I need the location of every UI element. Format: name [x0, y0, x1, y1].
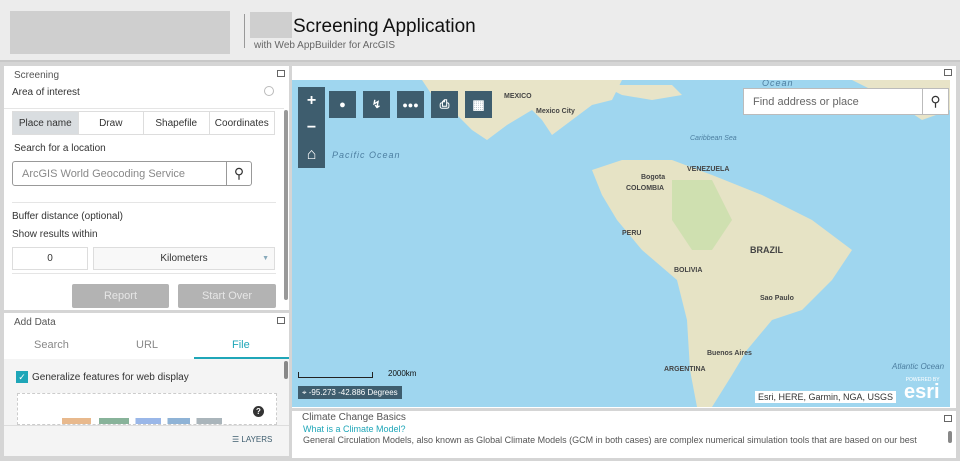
search-location-label: Search for a location — [14, 143, 106, 154]
map-search-button[interactable]: ⚲ — [922, 88, 949, 115]
generalize-checkbox[interactable]: ✓ — [16, 371, 28, 383]
help-icon[interactable]: ? — [253, 406, 264, 417]
unit-value: Kilometers — [160, 253, 208, 264]
maximize-icon[interactable] — [944, 415, 952, 422]
add-data-panel: Add Data Search URL File ✓ Generalize fe… — [4, 313, 289, 456]
coordinate-readout[interactable]: ⌖ -95.273 -42.886 Degrees — [298, 386, 402, 399]
scale-bar — [298, 372, 373, 378]
file-illustration — [62, 418, 222, 424]
panel-scrollbar[interactable] — [284, 110, 288, 300]
tab-url[interactable]: URL — [136, 339, 158, 351]
tab-file[interactable]: File — [232, 339, 250, 351]
map-label: Atlantic Ocean — [892, 362, 945, 371]
app-subtitle: with Web AppBuilder for ArcGIS — [254, 40, 395, 51]
tab-draw[interactable]: Draw — [77, 112, 144, 134]
tornado-icon: ↯ — [371, 99, 382, 111]
home-icon: ⌂ — [306, 145, 317, 163]
app-header: Screening Application with Web AppBuilde… — [0, 0, 960, 62]
grid-icon: ▦ — [472, 96, 485, 112]
layers-button[interactable]: ☰ LAYERS — [232, 435, 272, 444]
location-tabs: Place name Draw Shapefile Coordinates — [12, 111, 275, 135]
chevron-down-icon: ▼ — [262, 255, 269, 262]
panel-scrollbar[interactable] — [284, 361, 288, 379]
panel-scrollbar[interactable] — [948, 431, 952, 443]
search-placeholder: ArcGIS World Geocoding Service — [22, 168, 186, 180]
map-label: MEXICO — [504, 93, 532, 100]
climate-panel: Climate Change Basics What is a Climate … — [292, 411, 956, 458]
app-title: Screening Application — [293, 16, 476, 37]
map[interactable]: + − ⌂ ● ↯ ●●● ⎙ ▦ Find address or place … — [292, 80, 950, 407]
area-of-interest-label: Area of interest — [12, 87, 80, 98]
map-label: ARGENTINA — [664, 366, 706, 373]
tab-place-name[interactable]: Place name — [13, 112, 78, 134]
map-label: PERU — [622, 230, 642, 237]
start-over-button[interactable]: Start Over — [178, 284, 276, 308]
layers-icon: ☰ — [232, 435, 242, 444]
maximize-icon[interactable] — [944, 69, 952, 76]
map-label: Mexico City — [536, 108, 575, 115]
generalize-label: Generalize features for web display — [32, 372, 189, 383]
owl-widget-button[interactable]: ● — [329, 91, 356, 118]
map-label: Buenos Aires — [707, 350, 752, 357]
file-drop-zone[interactable]: ? — [17, 393, 277, 425]
map-label: BOLIVIA — [674, 267, 703, 274]
map-label: Pacific Ocean — [332, 150, 401, 160]
zoom-in-button[interactable]: + — [298, 87, 325, 114]
layers-label: LAYERS — [241, 435, 273, 444]
panel-title: Climate Change Basics — [302, 412, 406, 423]
owl-icon: ● — [339, 98, 346, 111]
people-icon: ●●● — [402, 99, 419, 110]
header-divider — [244, 14, 245, 48]
maximize-icon[interactable] — [277, 317, 285, 324]
zoom-out-button[interactable]: − — [298, 114, 325, 141]
home-button[interactable]: ⌂ — [298, 141, 325, 168]
map-label: Ocean — [762, 80, 794, 88]
unit-select[interactable]: Kilometers ▼ — [93, 247, 275, 270]
panel-title: Add Data — [14, 317, 56, 328]
map-search-placeholder: Find address or place — [753, 96, 859, 108]
map-label: Bogota — [641, 174, 666, 181]
map-label: BRAZIL — [750, 245, 783, 255]
esri-logo: POWERED BY esri — [904, 377, 940, 403]
print-icon: ⎙ — [439, 97, 450, 111]
map-search-input[interactable]: Find address or place — [743, 88, 923, 115]
climate-text: General Circulation Models, also known a… — [303, 435, 917, 445]
location-search-input[interactable]: ArcGIS World Geocoding Service — [12, 161, 227, 186]
coords-text: -95.273 -42.886 Degrees — [308, 388, 398, 397]
map-label: Caribbean Sea — [690, 135, 737, 142]
basemap-gallery-button[interactable]: ▦ — [465, 91, 492, 118]
buffer-label: Buffer distance (optional) — [12, 211, 123, 222]
tab-coordinates[interactable]: Coordinates — [208, 112, 275, 134]
tab-shapefile[interactable]: Shapefile — [143, 112, 209, 134]
people-widget-button[interactable]: ●●● — [397, 91, 424, 118]
panel-title: Screening — [14, 70, 60, 81]
map-label: VENEZUELA — [687, 166, 730, 173]
distance-input[interactable]: 0 — [12, 247, 88, 270]
crosshair-icon: ⌖ — [302, 388, 309, 397]
within-label: Show results within — [12, 229, 98, 240]
scale-label: 2000km — [388, 369, 417, 378]
zoom-in-icon[interactable] — [264, 86, 274, 96]
tab-search[interactable]: Search — [34, 339, 69, 351]
map-label: Sao Paulo — [760, 295, 794, 302]
basemap — [422, 80, 950, 407]
logo-placeholder — [10, 11, 230, 54]
report-button[interactable]: Report — [72, 284, 169, 308]
search-button[interactable]: ⚲ — [226, 161, 252, 186]
climate-model-link[interactable]: What is a Climate Model? — [303, 424, 406, 434]
app-icon-placeholder — [250, 12, 292, 38]
tornado-widget-button[interactable]: ↯ — [363, 91, 390, 118]
print-button[interactable]: ⎙ — [431, 91, 458, 118]
maximize-icon[interactable] — [277, 70, 285, 77]
map-label: COLOMBIA — [626, 185, 665, 192]
esri-wordmark: esri — [904, 381, 940, 403]
attribution: Esri, HERE, Garmin, NGA, USGS — [755, 391, 897, 403]
